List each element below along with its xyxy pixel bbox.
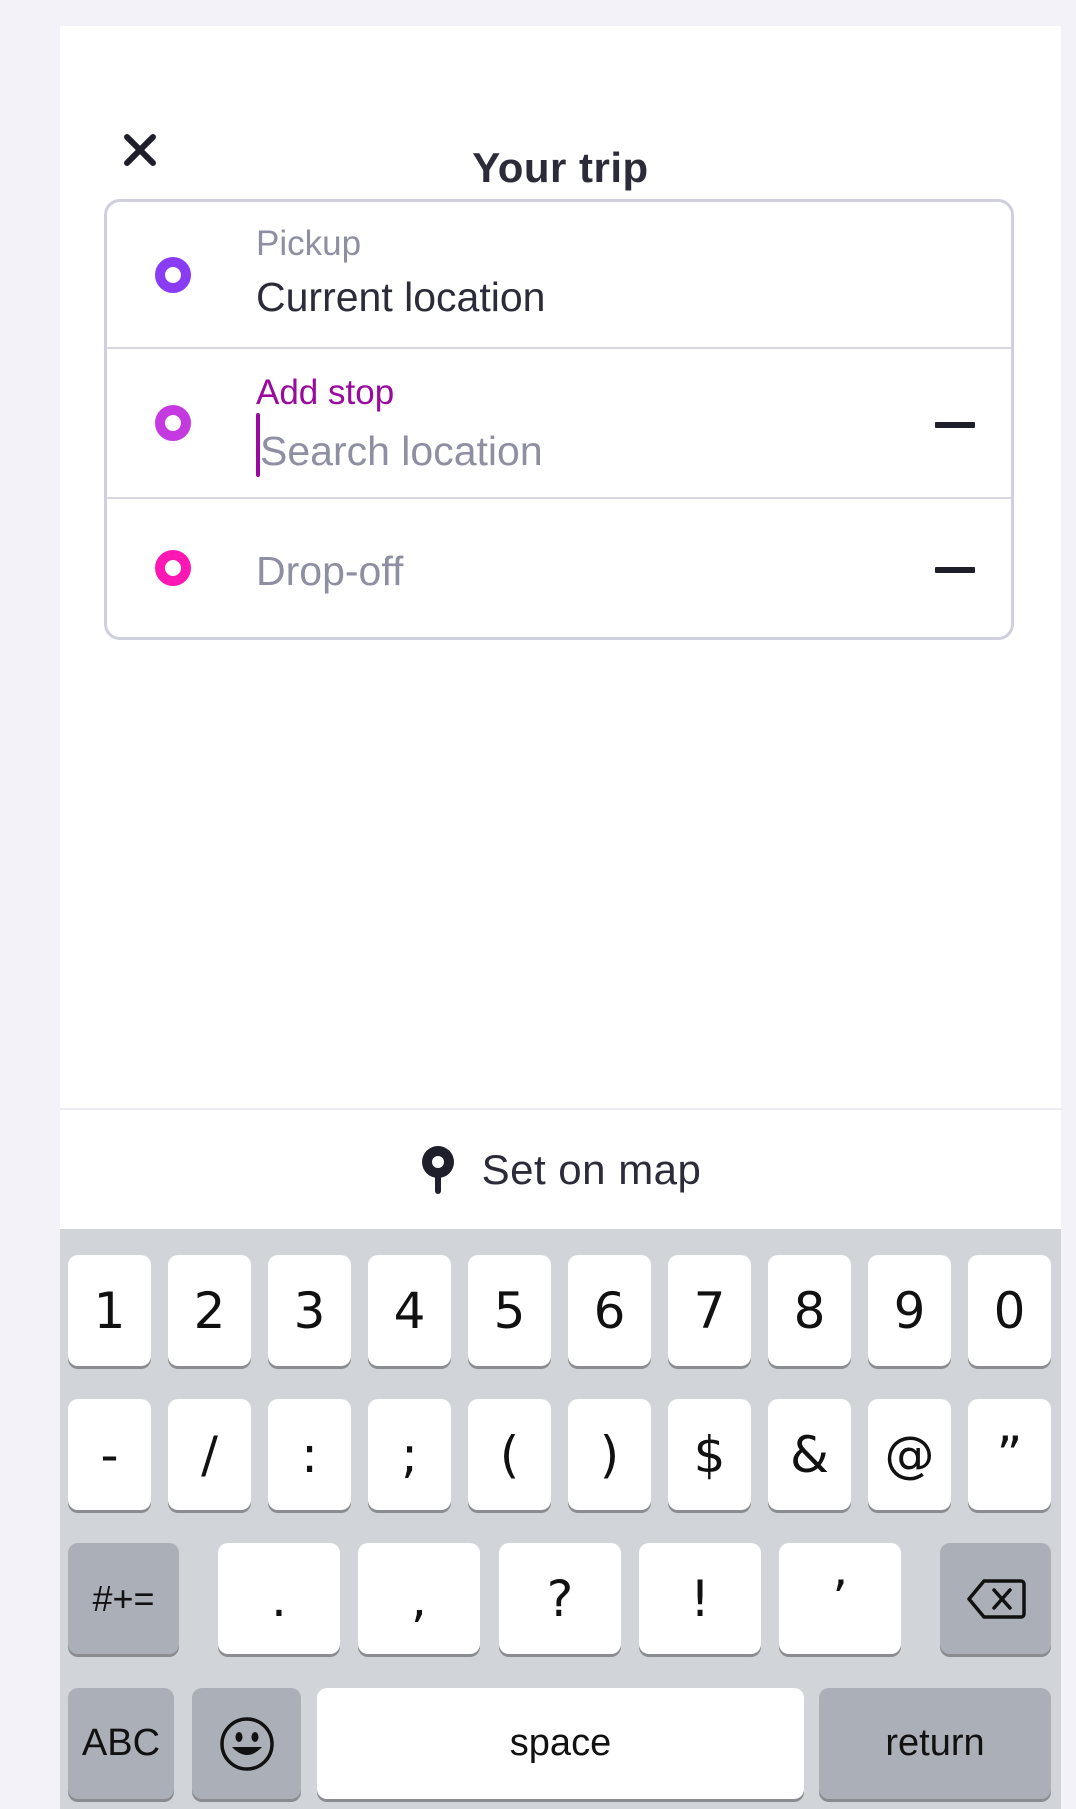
key-7[interactable]: 7 — [668, 1255, 751, 1366]
key-period[interactable]: . — [218, 1543, 340, 1654]
dropoff-row[interactable] — [107, 499, 1011, 640]
key-dollar[interactable]: $ — [668, 1399, 751, 1510]
set-on-map-button[interactable]: Set on map — [60, 1108, 1061, 1230]
dropoff-dot-icon — [155, 550, 191, 586]
pickup-value[interactable]: Current location — [256, 274, 545, 321]
key-open-paren[interactable]: ( — [468, 1399, 551, 1510]
key-at[interactable]: @ — [868, 1399, 951, 1510]
remove-stop-button[interactable] — [925, 395, 985, 455]
key-slash[interactable]: / — [168, 1399, 251, 1510]
key-comma[interactable]: , — [358, 1543, 480, 1654]
key-0[interactable]: 0 — [968, 1255, 1051, 1366]
pickup-dot-icon — [155, 257, 191, 293]
key-colon[interactable]: : — [268, 1399, 351, 1510]
add-stop-label: Add stop — [256, 373, 395, 412]
key-quote[interactable]: ” — [968, 1399, 1051, 1510]
stop-search-input[interactable] — [256, 423, 880, 479]
key-question[interactable]: ? — [499, 1543, 621, 1654]
key-9[interactable]: 9 — [868, 1255, 951, 1366]
delete-key[interactable] — [940, 1543, 1051, 1654]
add-stop-row[interactable]: Add stop — [107, 349, 1011, 499]
pickup-label: Pickup — [256, 224, 362, 263]
trip-screen: Your trip Pickup Current location Add st… — [60, 26, 1061, 1809]
pickup-row[interactable]: Pickup Current location — [107, 202, 1011, 349]
key-symbols[interactable]: #+= — [68, 1543, 179, 1654]
key-4[interactable]: 4 — [368, 1255, 451, 1366]
page-title: Your trip — [472, 144, 649, 191]
key-1[interactable]: 1 — [68, 1255, 151, 1366]
emoji-key[interactable] — [192, 1688, 301, 1799]
stop-dot-icon — [155, 405, 191, 441]
key-ampersand[interactable]: & — [768, 1399, 851, 1510]
key-semicolon[interactable]: ; — [368, 1399, 451, 1510]
keyboard: 1 2 3 4 5 6 7 8 9 0 - / : ; ( ) $ & @ ” … — [60, 1229, 1061, 1809]
key-8[interactable]: 8 — [768, 1255, 851, 1366]
remove-dropoff-button[interactable] — [925, 540, 985, 600]
space-key[interactable]: space — [317, 1688, 804, 1799]
minus-icon — [935, 567, 975, 573]
key-abc[interactable]: ABC — [68, 1688, 174, 1799]
backspace-icon — [966, 1578, 1026, 1619]
map-pin-icon — [421, 1146, 454, 1194]
dropoff-input[interactable] — [256, 543, 876, 599]
key-close-paren[interactable]: ) — [568, 1399, 651, 1510]
set-on-map-label: Set on map — [481, 1146, 702, 1193]
key-apostrophe[interactable]: ’ — [779, 1543, 901, 1654]
key-exclamation[interactable]: ! — [639, 1543, 761, 1654]
key-5[interactable]: 5 — [468, 1255, 551, 1366]
emoji-icon — [219, 1716, 274, 1771]
trip-card: Pickup Current location Add stop — [104, 199, 1014, 640]
return-key[interactable]: return — [819, 1688, 1051, 1799]
key-dash[interactable]: - — [68, 1399, 151, 1510]
minus-icon — [935, 422, 975, 428]
key-6[interactable]: 6 — [568, 1255, 651, 1366]
key-2[interactable]: 2 — [168, 1255, 251, 1366]
key-3[interactable]: 3 — [268, 1255, 351, 1366]
